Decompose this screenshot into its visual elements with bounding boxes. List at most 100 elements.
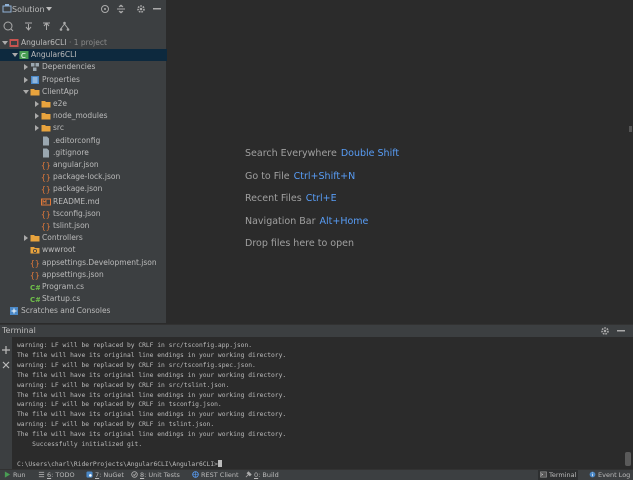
gear-icon[interactable]	[136, 4, 148, 16]
editor-hint: Go to File Ctrl+Shift+N	[245, 171, 355, 182]
solution-toolbar	[0, 19, 167, 35]
tree-item-label: README.md	[53, 196, 100, 206]
properties-icon	[30, 75, 40, 85]
terminal-prompt[interactable]: C:\Users\charl\RiderProjects\Angular6CLI…	[17, 460, 222, 468]
expanded-arrow-icon[interactable]	[23, 89, 29, 95]
tab-number: 8	[140, 471, 145, 479]
terminal-output[interactable]: warning: LF will be replaced by CRLF in …	[12, 337, 633, 469]
tree-item-label: .gitignore	[53, 147, 89, 157]
tree-item[interactable]: ClientApp	[0, 86, 167, 98]
tree-item[interactable]: C# Startup.cs	[0, 293, 167, 305]
tree-item[interactable]: .gitignore	[0, 147, 167, 159]
svg-text:{}: {}	[30, 271, 40, 280]
tree-item[interactable]: Scratches and Consoles	[0, 305, 167, 317]
terminal-line: warning: LF will be replaced by CRLF in …	[17, 342, 253, 349]
json-icon: {}	[30, 270, 40, 280]
tree-item[interactable]: Properties	[0, 74, 167, 86]
locate-target-icon[interactable]	[100, 4, 112, 16]
tree-item[interactable]: .editorconfig	[0, 135, 167, 147]
json-icon: {}	[41, 172, 51, 182]
editor-hint: Navigation Bar Alt+Home	[245, 216, 368, 227]
tree-item[interactable]: e2e	[0, 98, 167, 110]
tree-item-label: appsettings.json	[42, 269, 104, 279]
expand-selected-icon[interactable]	[23, 21, 35, 33]
new-solution-icon[interactable]	[3, 21, 15, 33]
tree-item-label: .editorconfig	[53, 135, 101, 145]
tree-item-label: Controllers	[42, 233, 83, 243]
tree-item[interactable]: {} package-lock.json	[0, 171, 167, 183]
tree-item[interactable]: src	[0, 122, 167, 134]
solution-icon	[9, 38, 19, 48]
tree-item[interactable]: README.md	[0, 196, 167, 208]
expanded-arrow-icon[interactable]	[2, 40, 8, 46]
collapsed-arrow-icon[interactable]	[23, 64, 29, 71]
tree-item[interactable]: Dependencies	[0, 61, 167, 73]
svg-text:{}: {}	[30, 259, 40, 268]
solution-title[interactable]: Solution	[12, 5, 45, 14]
bottom-tab-todo[interactable]: 6: TODO	[38, 470, 75, 480]
bottom-tab-terminal[interactable]: Terminal	[538, 470, 579, 480]
tree-item[interactable]: {} appsettings.json	[0, 269, 167, 281]
tree-item-label: tslint.json	[53, 221, 90, 230]
bottom-tab-rest-client[interactable]: REST Client	[192, 470, 239, 480]
terminal-header	[0, 324, 633, 337]
diagram-icon[interactable]	[59, 21, 71, 33]
unit-tests-icon	[131, 471, 140, 479]
chevron-down-icon[interactable]	[45, 5, 57, 17]
tab-label: Unit Tests	[148, 471, 180, 479]
dependencies-icon	[30, 62, 40, 72]
new-session-plus-icon[interactable]	[1, 345, 11, 355]
minimize-icon[interactable]	[152, 4, 164, 16]
tree-item[interactable]: Controllers	[0, 232, 167, 244]
tab-number: 6	[47, 471, 52, 479]
svg-text:C: C	[21, 52, 26, 60]
json-icon: {}	[41, 160, 51, 170]
event-log-icon	[589, 471, 598, 479]
editor-empty-area[interactable]	[168, 0, 633, 323]
expanded-arrow-icon[interactable]	[12, 52, 18, 58]
bottom-tab-nuget[interactable]: 7: NuGet	[86, 470, 124, 480]
run-icon	[4, 471, 13, 479]
tree-item-label: Angular6CLI · 1 project	[21, 38, 107, 47]
rest-client-icon	[192, 471, 201, 479]
tree-item[interactable]: C# Program.cs	[0, 281, 167, 293]
tree-item[interactable]: {} tsconfig.json	[0, 208, 167, 220]
tree-item-label: Dependencies	[42, 62, 96, 72]
tree-item[interactable]: {} angular.json	[0, 159, 167, 171]
collapsed-arrow-icon[interactable]	[34, 101, 40, 107]
prompt-text: C:\Users\charl\RiderProjects\Angular6CLI…	[17, 461, 218, 468]
collapsed-arrow-icon[interactable]	[23, 235, 29, 242]
tree-item-label: ClientApp	[42, 86, 79, 96]
bottom-tab-unit-tests[interactable]: 8: Unit Tests	[131, 470, 180, 480]
tree-item-label: Angular6CLI	[31, 50, 77, 60]
collapsed-arrow-icon[interactable]	[34, 113, 40, 120]
terminal-line: The file will have its original line end…	[17, 411, 287, 419]
terminal-scrollbar[interactable]	[625, 452, 631, 466]
hint-shortcut: Double Shift	[340, 148, 400, 159]
tree-item[interactable]: C Angular6CLI	[0, 49, 167, 62]
tree-item[interactable]: wwwroot	[0, 244, 167, 256]
folder-icon	[30, 233, 40, 243]
tree-item[interactable]: Angular6CLI · 1 project	[0, 37, 167, 49]
terminal-line: Successfully initialized git.	[17, 441, 143, 448]
tree-item[interactable]: {} package.json	[0, 183, 167, 195]
tree-item-label: node_modules	[53, 111, 108, 121]
folder-icon	[41, 111, 51, 121]
bottom-tab-run[interactable]: Run	[4, 470, 25, 480]
minimize-icon[interactable]	[616, 326, 626, 336]
collapse-all-icon[interactable]	[116, 4, 128, 16]
folder-icon	[41, 123, 51, 133]
collapsed-arrow-icon[interactable]	[23, 76, 29, 83]
terminal-line: warning: LF will be replaced by CRLF in …	[17, 401, 222, 409]
gear-icon[interactable]	[600, 326, 610, 336]
bottom-tab-event-log[interactable]: Event Log	[587, 470, 632, 480]
tab-label: NuGet	[103, 471, 124, 479]
bottom-tab-build[interactable]: 0: Build	[245, 470, 279, 480]
collapse-selected-icon[interactable]	[41, 21, 53, 33]
tree-item[interactable]: {} appsettings.Development.json	[0, 257, 167, 269]
collapsed-arrow-icon[interactable]	[34, 125, 40, 132]
terminal-title[interactable]: Terminal	[2, 326, 36, 335]
tree-item[interactable]: {} tslint.json	[0, 220, 167, 232]
tree-item[interactable]: node_modules	[0, 110, 167, 122]
close-icon[interactable]	[1, 360, 11, 370]
